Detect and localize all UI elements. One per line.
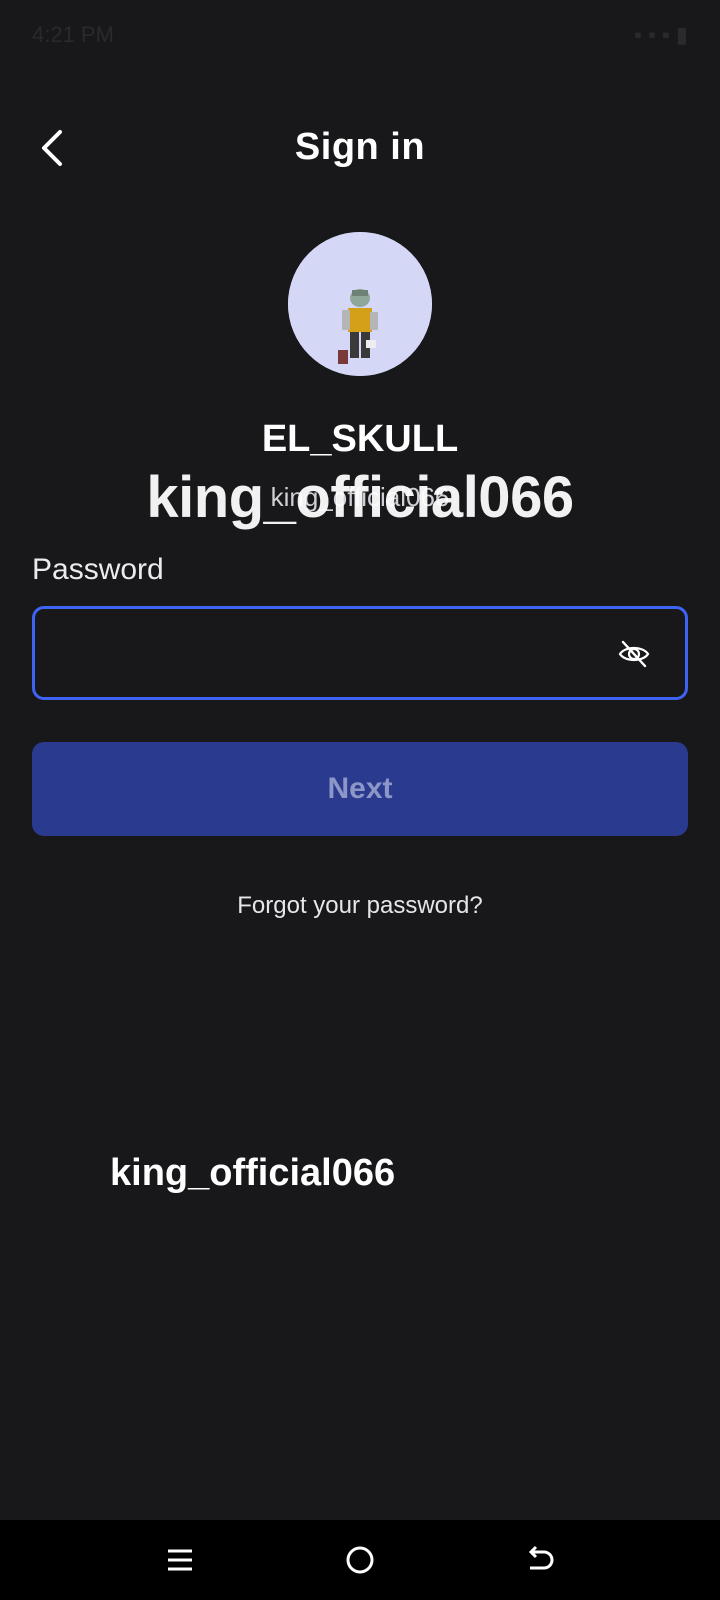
password-input[interactable]: [53, 609, 617, 699]
nav-home-button[interactable]: [338, 1538, 382, 1582]
back-arrow-icon: [528, 1545, 554, 1570]
avatar-character-image: [288, 232, 432, 376]
display-name: EL_SKULL: [261, 418, 459, 460]
sign-in-screen: 4:21 PM ▪ ▪ ▪ ▮ Sign in EL_SKULL king_of…: [0, 0, 720, 1600]
next-button-label: Next: [327, 772, 393, 805]
watermark-overlay-large: king_official066: [146, 465, 574, 530]
system-nav-bar: [0, 1520, 720, 1600]
next-button[interactable]: Next: [32, 742, 688, 836]
nav-back-button[interactable]: [518, 1538, 562, 1582]
watermark-overlay-bottom: king_official066: [110, 1152, 396, 1194]
eye-off-icon[interactable]: [617, 637, 651, 671]
page-title: Sign in: [294, 126, 426, 168]
status-bar: 4:21 PM ▪ ▪ ▪ ▮: [0, 0, 720, 72]
status-time: 4:21 PM: [32, 22, 114, 47]
home-circle-icon: [346, 1546, 374, 1574]
password-label: Password: [32, 553, 164, 586]
avatar: [288, 232, 432, 376]
nav-menu-button[interactable]: [158, 1538, 202, 1582]
status-icons: ▪ ▪ ▪ ▮: [634, 22, 688, 47]
forgot-password-link[interactable]: Forgot your password?: [0, 892, 720, 920]
menu-icon: [168, 1549, 192, 1571]
password-field[interactable]: [32, 606, 688, 700]
